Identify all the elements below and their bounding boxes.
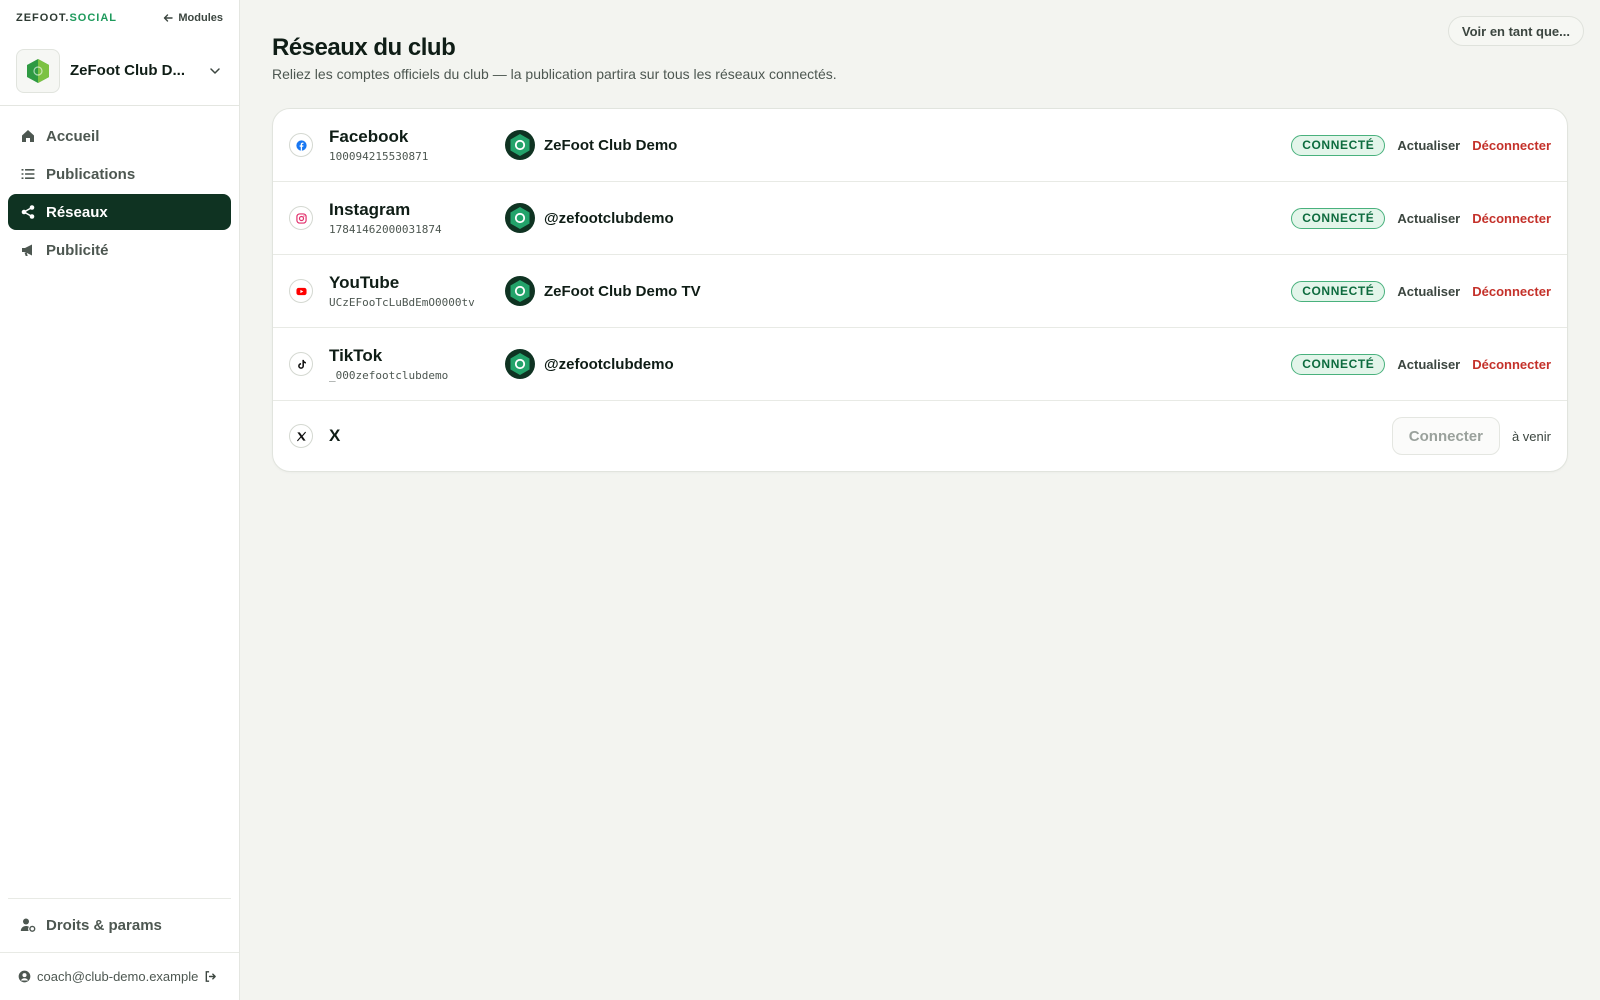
user-footer: coach@club-demo.example <box>0 952 239 1000</box>
status-badge: CONNECTÉ <box>1291 280 1386 302</box>
user-settings-icon <box>20 918 36 932</box>
instagram-icon <box>289 206 313 230</box>
network-name: TikTok <box>329 346 383 365</box>
refresh-button[interactable]: Actualiser <box>1397 284 1460 299</box>
club-logo <box>16 48 60 93</box>
network-name: Instagram <box>329 200 411 219</box>
network-row-instagram: Instagram 17841462000031874 @zefootclubd… <box>273 182 1567 255</box>
disconnect-button[interactable]: Déconnecter <box>1472 211 1551 226</box>
disconnect-button[interactable]: Déconnecter <box>1472 357 1551 372</box>
nav-item-label: Publicité <box>46 241 109 259</box>
row-actions: Connecter à venir <box>1391 417 1551 455</box>
chevron-down-icon <box>210 67 220 74</box>
youtube-icon <box>289 279 313 303</box>
row-actions: CONNECTÉ Actualiser Déconnecter <box>1291 280 1551 302</box>
refresh-button[interactable]: Actualiser <box>1397 211 1460 226</box>
page-subtitle: Reliez les comptes officiels du club — l… <box>272 66 837 82</box>
account-avatar <box>505 349 535 379</box>
status-badge: CONNECTÉ <box>1291 134 1386 156</box>
sidebar: ZEFOOT.SOCIAL Modules ZeFoot Club D... A… <box>0 0 240 1000</box>
network-id: 100094215530871 <box>329 150 429 163</box>
row-actions: CONNECTÉ Actualiser Déconnecter <box>1291 353 1551 375</box>
network-name: Facebook <box>329 127 409 146</box>
connected-account: @zefootclubdemo <box>505 203 674 233</box>
brand-main: ZEFOOT. <box>16 12 70 24</box>
disconnect-button[interactable]: Déconnecter <box>1472 284 1551 299</box>
sidebar-topbar: ZEFOOT.SOCIAL Modules <box>0 0 239 36</box>
nav-item-label: Accueil <box>46 127 100 145</box>
account-name: @zefootclubdemo <box>544 209 674 227</box>
status-badge: CONNECTÉ <box>1291 207 1386 229</box>
club-crest-icon <box>27 58 49 83</box>
user-email: coach@club-demo.example <box>37 969 199 984</box>
nav-item-publications[interactable]: Publications <box>8 156 231 192</box>
club-switcher[interactable]: ZeFoot Club D... <box>0 36 239 106</box>
share-icon <box>21 205 35 219</box>
refresh-button[interactable]: Actualiser <box>1397 357 1460 372</box>
nav-item-droits-params[interactable]: Droits & params <box>8 907 231 943</box>
network-info: YouTube UCzEFooTcLuBdEmO0000tv <box>329 273 505 309</box>
network-info: Facebook 100094215530871 <box>329 127 505 163</box>
tiktok-icon <box>289 352 313 376</box>
nav-item-reseaux[interactable]: Réseaux <box>8 194 231 230</box>
list-icon <box>21 169 35 179</box>
logout-icon[interactable] <box>204 970 217 983</box>
network-id: _000zefootclubdemo <box>329 369 449 382</box>
network-id: UCzEFooTcLuBdEmO0000tv <box>329 296 475 309</box>
network-row-x: X Connecter à venir <box>273 401 1567 471</box>
connected-account: ZeFoot Club Demo TV <box>505 276 701 306</box>
account-name: ZeFoot Club Demo TV <box>544 282 701 300</box>
nav-item-label: Droits & params <box>46 916 162 934</box>
view-as-button[interactable]: Voir en tant que... <box>1447 16 1584 46</box>
disconnect-button[interactable]: Déconnecter <box>1472 138 1551 153</box>
home-icon <box>22 130 34 142</box>
brand-accent: SOCIAL <box>69 12 118 24</box>
coming-soon-label: à venir <box>1511 428 1551 444</box>
bottom-nav: Droits & params <box>8 898 231 945</box>
connected-account: ZeFoot Club Demo <box>505 130 677 160</box>
connect-button[interactable]: Connecter <box>1391 417 1500 455</box>
network-name: YouTube <box>329 273 400 292</box>
account-avatar <box>505 276 535 306</box>
account-name: @zefootclubdemo <box>544 355 674 373</box>
nav-item-label: Réseaux <box>46 203 108 221</box>
club-name: ZeFoot Club D... <box>70 62 185 79</box>
network-name: X <box>329 426 341 445</box>
network-row-youtube: YouTube UCzEFooTcLuBdEmO0000tv ZeFoot Cl… <box>273 255 1567 328</box>
account-avatar <box>505 130 535 160</box>
account-name: ZeFoot Club Demo <box>544 136 678 154</box>
refresh-button[interactable]: Actualiser <box>1397 138 1460 153</box>
back-to-modules-link[interactable]: Modules <box>162 12 223 24</box>
network-info: Instagram 17841462000031874 <box>329 200 505 236</box>
row-actions: CONNECTÉ Actualiser Déconnecter <box>1291 207 1551 229</box>
network-row-facebook: Facebook 100094215530871 ZeFoot Club Dem… <box>273 109 1567 182</box>
connected-account: @zefootclubdemo <box>505 349 674 379</box>
network-row-tiktok: TikTok _000zefootclubdemo @zefootclubdem… <box>273 328 1567 401</box>
status-badge: CONNECTÉ <box>1291 353 1386 375</box>
networks-card: Facebook 100094215530871 ZeFoot Club Dem… <box>272 108 1568 472</box>
main-nav: Accueil Publications Réseaux Publicité <box>0 106 239 282</box>
brand-logo[interactable]: ZEFOOT.SOCIAL <box>16 12 117 24</box>
nav-item-accueil[interactable]: Accueil <box>8 118 231 154</box>
nav-item-publicite[interactable]: Publicité <box>8 232 231 268</box>
x-logo-icon <box>289 424 313 448</box>
page-title: Réseaux du club <box>272 34 456 61</box>
arrow-left-icon <box>164 14 174 22</box>
network-id: 17841462000031874 <box>329 223 442 236</box>
main-content: Voir en tant que... Réseaux du club Reli… <box>240 0 1600 1000</box>
row-actions: CONNECTÉ Actualiser Déconnecter <box>1291 134 1551 156</box>
facebook-icon <box>289 133 313 157</box>
network-info: TikTok _000zefootclubdemo <box>329 346 505 382</box>
megaphone-icon <box>22 244 32 256</box>
user-circle-icon <box>18 970 31 983</box>
modules-label: Modules <box>178 12 223 24</box>
nav-item-label: Publications <box>46 165 136 183</box>
account-avatar <box>505 203 535 233</box>
